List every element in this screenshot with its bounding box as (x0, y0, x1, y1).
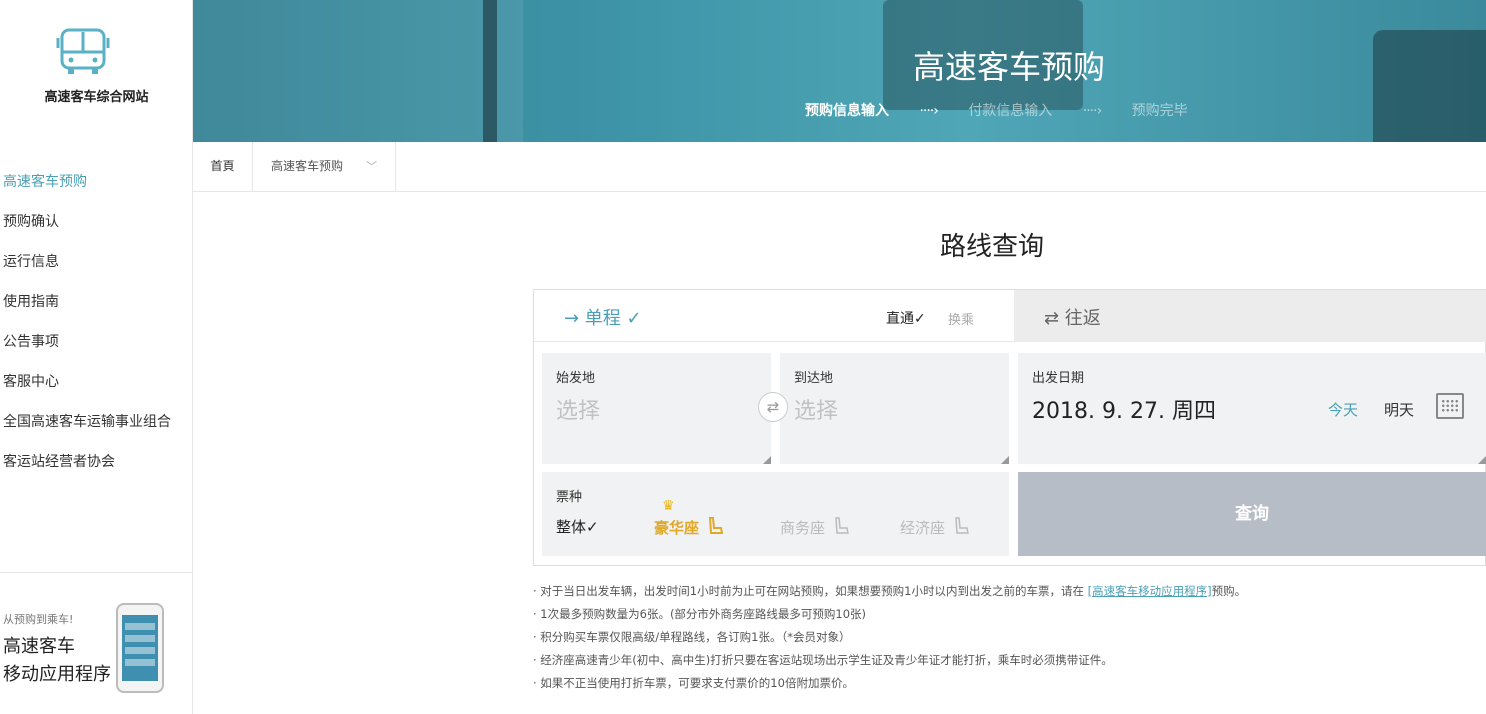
note-item: · 对于当日出发车辆，出发时间1小时前为止可在网站预购，如果想要预购1小时以内到… (533, 584, 1247, 598)
booking-steps: 预购信息输入 ····› 付款信息输入 ····› 预购完毕 (805, 100, 1188, 120)
step-arrow-icon: ····› (919, 103, 938, 119)
departure-select[interactable]: 始发地 选择 (542, 353, 771, 464)
sidebar: 高速客车综合网站 高速客车预购 预购确认 运行信息 使用指南 公告事项 客服中心… (0, 0, 193, 714)
note-item: · 积分购买车票仅限高级/单程路线，各订购1张。（*会员对象） (533, 630, 851, 644)
mobile-app-link[interactable]: [高速客车移动应用程序] (1088, 584, 1212, 598)
step-arrow-icon: ····› (1082, 103, 1102, 119)
phone-image (116, 603, 164, 693)
sidebar-item-operation-info[interactable]: 运行信息 (0, 242, 193, 282)
note-item: · 如果不正当使用打折车票，可要求支付票价的10倍附加票价。 (533, 676, 854, 690)
seat-icon (954, 517, 969, 534)
ticket-type-field: 票种 整体✓ ♛ 豪华座 商务座 经济座 (542, 472, 1009, 556)
one-way-label: → 单程 ✓ (564, 308, 642, 329)
step-input: 预购信息输入 (805, 103, 889, 119)
seat-icon (834, 517, 849, 534)
step-complete: 预购完毕 (1131, 103, 1188, 119)
date-label: 出发日期 (1032, 371, 1085, 386)
sidebar-item-bus-booking[interactable]: 高速客车预购 (0, 162, 193, 202)
sidebar-item-guide[interactable]: 使用指南 (0, 282, 193, 322)
arrival-label: 到达地 (794, 371, 834, 386)
logo-text: 高速客车综合网站 (44, 90, 149, 105)
seat-business-label: 商务座 (780, 519, 826, 537)
seat-economy[interactable]: 经济座 (900, 516, 972, 538)
note-item: · 经济座高速青少年(初中、高中生)打折只要在客运站现场出示学生证及青少年证才能… (533, 653, 1113, 667)
sidebar-item-booking-confirm[interactable]: 预购确认 (0, 202, 193, 242)
step-payment: 付款信息输入 (968, 103, 1053, 119)
breadcrumb-page-label: 高速客车预购 (271, 159, 344, 173)
seat-luxury-label: 豪华座 (654, 519, 700, 537)
search-button[interactable]: 查询 (1018, 472, 1486, 556)
tomorrow-button[interactable]: 明天 (1384, 399, 1414, 420)
route-search-panel: → 单程 ✓ 直通✓ 换乘 ⇄ 往返 始发地 选择 到达地 选择 ⇄ 出发日期 … (533, 289, 1486, 566)
departure-label: 始发地 (556, 371, 596, 386)
today-button[interactable]: 今天 (1328, 399, 1358, 420)
calendar-icon[interactable] (1436, 393, 1464, 419)
seat-icon (709, 517, 724, 534)
sidebar-item-customer-center[interactable]: 客服中心 (0, 362, 193, 402)
note-item: · 1次最多预购数量为6张。(部分市外商务座路线最多可预购10张) (533, 607, 867, 621)
breadcrumb: 首頁 高速客车预购 ﹀ (193, 142, 1486, 192)
page-title: 高速客车预购 (913, 48, 1106, 86)
seat-luxury[interactable]: 豪华座 (654, 516, 726, 538)
phone-screen (122, 615, 158, 681)
transfer-option[interactable]: 换乘 (948, 309, 974, 328)
sidebar-item-association[interactable]: 全国高速客车运输事业组合 (0, 402, 193, 442)
chevron-down-icon: ﹀ (366, 160, 377, 173)
arrival-placeholder: 选择 (794, 399, 839, 424)
bus-icon (56, 28, 110, 74)
site-logo[interactable]: 高速客车综合网站 (0, 0, 193, 142)
promo-title: 高速客车 移动应用程序 (3, 633, 123, 689)
promo-tagline: 从预购到乘车! (3, 613, 74, 626)
header-banner: 高速客车预购 预购信息输入 ····› 付款信息输入 ····› 预购完毕 (193, 0, 1486, 142)
sidebar-nav: 高速客车预购 预购确认 运行信息 使用指南 公告事项 客服中心 全国高速客车运输… (0, 162, 193, 482)
section-title: 路线查询 (940, 232, 1045, 262)
promo-line1: 高速客车 (3, 636, 75, 657)
date-field[interactable]: 出发日期 2018. 9. 27. 周四 今天 明天 (1018, 353, 1486, 464)
breadcrumb-home[interactable]: 首頁 (193, 142, 253, 191)
sidebar-item-notices[interactable]: 公告事项 (0, 322, 193, 362)
seat-economy-label: 经济座 (900, 519, 946, 537)
breadcrumb-page-dropdown[interactable]: 高速客车预购 ﹀ (253, 142, 396, 191)
ticket-type-label: 票种 (556, 490, 583, 505)
crown-icon: ♛ (662, 498, 675, 514)
arrival-select[interactable]: 到达地 选择 (780, 353, 1009, 464)
sidebar-item-operators[interactable]: 客运站经营者协会 (0, 442, 193, 482)
promo-line2: 移动应用程序 (3, 664, 111, 685)
tab-round-trip[interactable]: ⇄ 往返 (1014, 290, 1486, 342)
seat-business[interactable]: 商务座 (780, 516, 852, 538)
app-promo[interactable]: 从预购到乘车! 高速客车 移动应用程序 (0, 572, 193, 714)
ticket-type-all[interactable]: 整体✓ (556, 516, 599, 537)
notes-list: · 对于当日出发车辆，出发时间1小时前为止可在网站预购，如果想要预购1小时以内到… (533, 580, 1483, 695)
departure-placeholder: 选择 (556, 399, 601, 424)
tab-one-way[interactable]: → 单程 ✓ 直通✓ 换乘 (534, 290, 1014, 342)
date-value: 2018. 9. 27. 周四 (1032, 399, 1216, 424)
direct-option[interactable]: 直通✓ (886, 308, 926, 328)
round-trip-label: ⇄ 往返 (1044, 308, 1101, 329)
swap-icon[interactable]: ⇄ (758, 392, 788, 422)
